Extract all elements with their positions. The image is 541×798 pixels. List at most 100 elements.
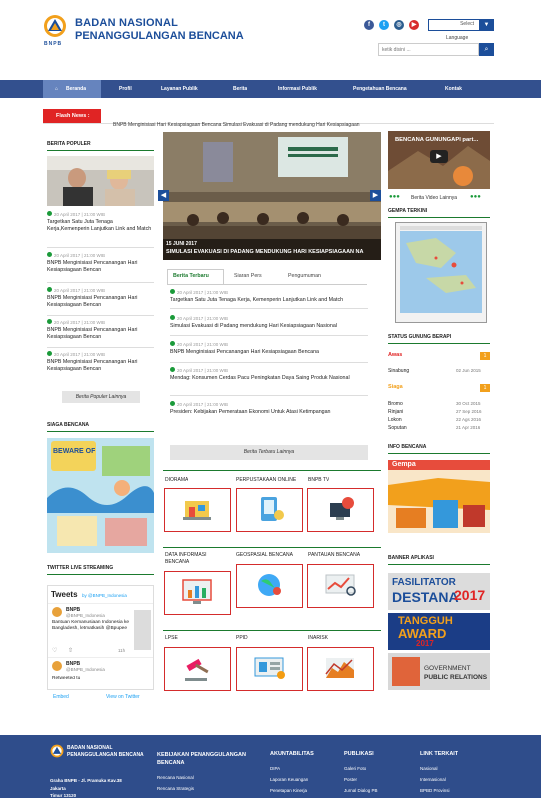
twitter-widget[interactable]: Tweets by @BNPB_Indonesia BNPB @BNPB_Ind… [47,585,154,690]
volcano-name[interactable]: Bromo [388,401,403,407]
slider-caption[interactable]: SIMULASI EVAKUASI DI PADANG MENDUKUNG HA… [166,249,378,255]
news-title[interactable]: BNPB Menginisiasi Pencanangan Hari Kesia… [47,295,154,309]
search-input[interactable] [378,43,479,56]
news-title[interactable]: Mendag: Konsumen Cerdas Pacu Peningkatan… [170,375,355,382]
volcano-name[interactable]: Sinabung [388,368,409,374]
video-more-link[interactable]: Berita Video Lainnya [411,195,457,201]
banner-text: DESTANA [392,589,459,605]
earthquake-map[interactable] [395,222,487,323]
volcano-name[interactable]: Rinjani [388,409,403,415]
footer-link[interactable]: Rencana Strategis [157,786,194,791]
nav-item-berita[interactable]: Berita [233,80,247,98]
tweet-handle: @BNPB_Indonesia [66,667,105,672]
footer-address: Timur 13120 [50,793,77,798]
share-icon[interactable]: ⇧ [68,647,73,654]
tweet-handle: @BNPB_Indonesia [66,613,105,618]
box-label-geospasial: GEOSPASIAL BENCANA [236,552,293,558]
twitter-icon[interactable]: t [379,20,389,30]
video-title[interactable]: BENCANA GUNUNGAPI part... [395,137,478,143]
news-title[interactable]: BNPB Menginisiasi Pencanangan Hari Kesia… [47,359,154,373]
news-title[interactable]: Targetkan Satu Juta Tenaga Kerja,Kemenpe… [47,219,154,233]
search-icon[interactable]: ⌕ [479,43,494,56]
list-item[interactable]: 20 April 2017 | 21:00 WIB Simulasi Evaku… [170,315,370,330]
nav-item-kontak[interactable]: Kontak [445,80,462,98]
lpse-button[interactable] [164,647,231,691]
status-badge: 1 [480,384,490,392]
nav-item-beranda[interactable]: Beranda [66,80,86,98]
banner-tangguh-award[interactable]: TANGGUH AWARD 2017 [388,613,490,650]
slider-next-icon[interactable]: ▶ [370,190,381,201]
nav-item-profil[interactable]: Profil [119,80,132,98]
news-more-button[interactable]: Berita Terbaru Lainnya [170,445,368,460]
banner-text: 2017 [454,587,486,603]
volcano-name[interactable]: Soputan [388,425,407,431]
list-item[interactable]: 20 April 2017 | 21:00 WIB BNPB Menginisi… [47,252,154,274]
tweet-media[interactable] [134,610,151,650]
news-title[interactable]: BNPB Menginisiasi Pencanangan Hari Kesia… [47,260,154,274]
tab-pengumuman[interactable]: Pengumuman [288,273,321,279]
ppid-button[interactable] [236,647,303,691]
video-dots-right: ●●● [470,194,481,200]
divider [47,247,154,248]
tweet-text[interactable]: Retweeted tu [52,676,80,681]
footer-link[interactable]: Laporan Keuangan [270,777,308,782]
bnpb-logo[interactable] [43,14,67,38]
popular-more-button[interactable]: Berita Populer Lainnya [62,391,140,403]
perpustakaan-online-button[interactable] [236,488,303,532]
news-title[interactable]: BNPB Menginisiasi Pencanangan Hari Kesia… [170,349,370,356]
nav-item-informasi-publik[interactable]: Informasi Publik [278,80,317,98]
view-on-twitter-link[interactable]: View on Twitter [106,694,140,700]
twitter-embed-link[interactable]: Embed [53,694,69,700]
banner-government-pr[interactable]: GOVERNMENT PUBLIC RELATIONS [388,653,490,690]
tweet-text[interactable]: Bantuan Kemanusiaan Indonesia ke Banglad… [52,620,132,632]
nav-item-layanan-publik[interactable]: Layanan Publik [161,80,198,98]
footer-link[interactable]: Rencana Nasional [157,775,194,780]
tsunami-poster[interactable]: BEWARE OF TSUNAMI [47,438,154,553]
play-icon[interactable]: ▶ [430,150,448,163]
footer-link[interactable]: Poster [344,777,357,782]
geospasial-button[interactable] [236,564,303,608]
volcano-date: 02 Jun 2015 [456,368,481,373]
footer-link[interactable]: Penetapan Kinerja [270,788,307,793]
footer-link[interactable]: BPBD Provinsi [420,788,450,793]
list-item[interactable]: 20 April 2017 | 21:00 WIB BNPB Menginisi… [47,319,154,341]
list-item[interactable]: 20 April 2017 | 21:00 WIB Targetkan Satu… [47,211,154,233]
pantauan-bencana-button[interactable] [307,564,374,608]
info-bencana-image[interactable]: Gempa [388,460,490,533]
volcano-name[interactable]: Lokon [388,417,402,423]
news-title[interactable]: Simulasi Evakuasi di Padang mendukung Ha… [170,323,370,330]
bnpb-tv-button[interactable] [307,488,374,532]
footer-link[interactable]: Internasional [420,777,446,782]
facebook-icon[interactable]: f [364,20,374,30]
tab-siaran-pers[interactable]: Siaran Pers [234,273,262,279]
list-item[interactable]: 20 April 2017 | 21:00 WIB Mendag: Konsum… [170,367,370,382]
chevron-down-icon[interactable]: ▼ [479,19,494,31]
list-item[interactable]: 20 April 2017 | 21:00 WIB Presiden: Kebi… [170,401,370,416]
footer-link[interactable]: Jurnal Dialog PB [344,788,378,793]
list-item[interactable]: 20 April 2017 | 21:00 WIB BNPB Menginisi… [47,287,154,309]
instagram-icon[interactable]: ◎ [394,20,404,30]
banner-fasilitator-destana[interactable]: FASILITATOR DESTANA 2017 [388,573,490,610]
data-informasi-button[interactable] [164,571,231,615]
youtube-icon[interactable]: ▶ [409,20,419,30]
like-icon[interactable]: ♡ [52,647,57,654]
list-item[interactable]: 20 April 2017 | 21:00 WIB Targetkan Satu… [170,289,370,304]
language-select-value: Select [460,21,474,27]
footer-link[interactable]: DIPA [270,766,280,771]
tweets-by[interactable]: by @BNPB_Indonesia [82,593,127,598]
list-item[interactable]: 20 April 2017 | 21:00 WIB BNPB Menginisi… [47,351,154,373]
footer-link[interactable]: Nasional [420,766,438,771]
news-title[interactable]: Presiden: Kebijakan Pemerataan Ekonomi U… [170,409,370,416]
list-item[interactable]: 20 April 2017 | 21:00 WIB BNPB Menginisi… [170,341,370,356]
bnpb-logo[interactable] [50,744,64,758]
popular-news-image[interactable] [47,156,154,206]
news-title[interactable]: BNPB Menginisiasi Pencanangan Hari Kesia… [47,327,154,341]
nav-item-pengetahuan-bencana[interactable]: Pengetahuan Bencana [353,80,407,98]
tab-berita-terbaru[interactable]: Berita Terbaru [173,273,209,279]
news-title[interactable]: Targetkan Satu Juta Tenaga Kerja, Kemenp… [170,297,370,304]
slider-prev-icon[interactable]: ◀ [158,190,169,201]
news-ticker[interactable]: BNPB Menginisiasi Hari Kesiapsiagaan Ben… [113,122,413,128]
diorama-button[interactable] [164,488,231,532]
inarisk-button[interactable] [307,647,374,691]
footer-link[interactable]: Galeri Foto [344,766,366,771]
